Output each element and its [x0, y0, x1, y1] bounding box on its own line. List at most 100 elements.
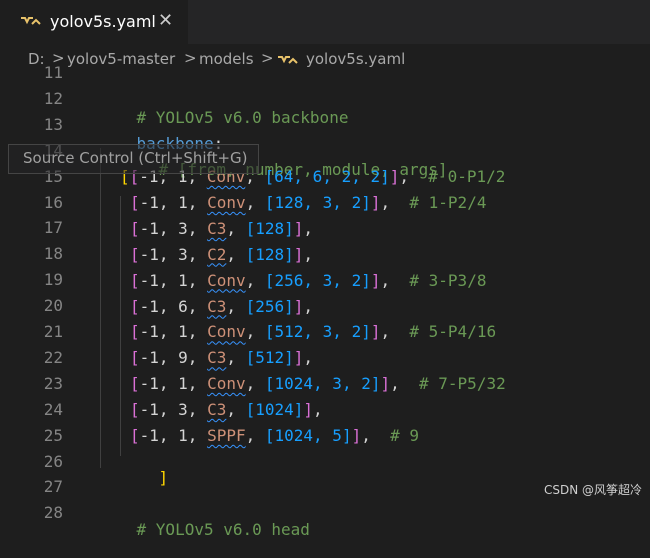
line-number: 28: [43, 503, 63, 523]
close-icon[interactable]: ✕: [158, 10, 173, 31]
comma: ,: [245, 192, 265, 212]
module-args: [128, 3, 2]: [264, 192, 371, 212]
module-name: C3: [207, 218, 227, 238]
comma: ,: [361, 426, 371, 445]
row-args-prefix: -1, 1,: [139, 426, 208, 445]
row-open-bracket: [: [130, 400, 140, 420]
row-close: ]: [389, 167, 400, 186]
module-name: Conv: [207, 374, 246, 394]
row-open-bracket: [: [130, 270, 140, 290]
yaml-file-icon: [278, 56, 298, 64]
comma: ,: [226, 400, 246, 420]
comma: ,: [399, 167, 410, 186]
comment: # YOLOv5 v6.0 head: [136, 520, 310, 539]
row-args-prefix: -1, 1,: [139, 192, 208, 212]
row-prefix: [-1, 9,: [130, 348, 207, 367]
module-name: C3: [207, 348, 227, 368]
tab-bar: yolov5s.yaml ✕: [0, 0, 650, 44]
comment: # 5-P4/16: [409, 322, 497, 342]
comma: ,: [303, 296, 314, 316]
comma: ,: [226, 218, 246, 238]
code-line-23: [-1, 1, Conv, [1024, 3, 2]], # 7-P5/32: [130, 374, 506, 393]
row-prefix: [-1, 3,: [130, 219, 207, 238]
comma: ,: [303, 348, 314, 368]
code-line-26: ]: [120, 449, 169, 506]
module-args: [512, 3, 2]: [264, 322, 371, 342]
module-name: Conv: [207, 192, 246, 212]
code-line-24: [-1, 3, C3, [1024]],: [130, 400, 323, 419]
module-name: Conv: [207, 270, 246, 290]
comma: ,: [380, 192, 391, 212]
row-open-bracket: [: [130, 348, 140, 368]
row-prefix: [-1, 1,: [130, 271, 207, 290]
module-args: [512]: [245, 348, 294, 368]
comma: ,: [303, 218, 314, 238]
module-name: C3: [207, 296, 227, 316]
comment: # 1-P2/4: [409, 192, 487, 212]
row-args-prefix: -1, 9,: [139, 348, 208, 368]
row-close: ]: [380, 374, 391, 394]
row-open-bracket: [: [130, 296, 140, 316]
row-open-bracket: [: [130, 218, 140, 238]
comma: ,: [380, 322, 391, 342]
row-open-bracket: [: [130, 322, 140, 342]
code-line-28: # YOLOv5 v6.0 head: [98, 501, 310, 558]
code-line-19: [-1, 1, Conv, [256, 3, 2]], # 3-P3/8: [130, 271, 486, 290]
row-args-prefix: -1, 3,: [139, 218, 208, 238]
comma: ,: [245, 270, 265, 290]
yaml-file-icon: [21, 17, 41, 25]
line-number: 23: [43, 373, 63, 393]
line-number: 21: [43, 322, 63, 341]
row-open-bracket: [: [130, 374, 140, 394]
source-control-tooltip: Source Control (Ctrl+Shift+G): [8, 144, 259, 174]
row-close: ]: [351, 426, 362, 445]
breadcrumb-folder-models[interactable]: models: [199, 50, 254, 68]
code-line-18: [-1, 3, C2, [128]],: [130, 245, 313, 264]
module-name: C2: [207, 244, 227, 264]
comment: # 0-P1/2: [428, 167, 506, 186]
row-close: ]: [293, 296, 304, 316]
indent-guide: [120, 196, 121, 456]
module-args: [1024]: [245, 400, 304, 420]
module-args: [1024, 5]: [264, 426, 352, 445]
line-number: 18: [43, 244, 63, 264]
row-close: ]: [293, 348, 304, 368]
module-name: C3: [207, 400, 227, 420]
comma: ,: [245, 374, 265, 394]
line-number: 20: [43, 296, 63, 316]
indent-guide: [100, 148, 101, 468]
module-args: [256]: [245, 296, 294, 316]
row-args-prefix: -1, 3,: [139, 400, 208, 420]
row-open-bracket: [: [130, 426, 140, 445]
code-line-21: [-1, 1, Conv, [512, 3, 2]], # 5-P4/16: [130, 322, 496, 341]
code-editor[interactable]: 111213141516171819202122232425262728 # Y…: [0, 63, 650, 539]
comma: ,: [390, 374, 400, 394]
comma: ,: [245, 426, 265, 445]
tab-yolov5s-yaml[interactable]: yolov5s.yaml ✕: [0, 0, 188, 44]
row-prefix: [-1, 3,: [130, 400, 207, 419]
comment: # 9: [390, 426, 420, 445]
row-prefix: [-1, 1,: [130, 426, 207, 445]
module-args: [256, 3, 2]: [264, 270, 371, 290]
breadcrumb: D: > yolov5-master > models > yolov5s.ya…: [0, 44, 650, 76]
module-args: [128]: [245, 218, 294, 238]
line-number: 17: [43, 218, 63, 238]
breadcrumb-file[interactable]: yolov5s.yaml: [306, 50, 405, 68]
row-args-prefix: -1, 6,: [139, 296, 208, 316]
line-number: 24: [43, 399, 63, 419]
line-number: 22: [43, 347, 63, 367]
row-args-prefix: -1, 1,: [139, 322, 208, 342]
module-name: SPPF: [207, 426, 246, 445]
module-args: [1024, 3, 2]: [264, 374, 381, 394]
breadcrumb-folder-yolov5-master[interactable]: yolov5-master: [67, 50, 175, 68]
code-line-17: [-1, 3, C3, [128]],: [130, 219, 313, 238]
tooltip-text: Source Control (Ctrl+Shift+G): [23, 149, 248, 167]
row-prefix: [-1, 6,: [130, 297, 207, 316]
watermark: CSDN @风筝超冷: [543, 483, 642, 497]
line-number: 25: [43, 425, 63, 445]
row-open-bracket: [: [130, 192, 140, 212]
